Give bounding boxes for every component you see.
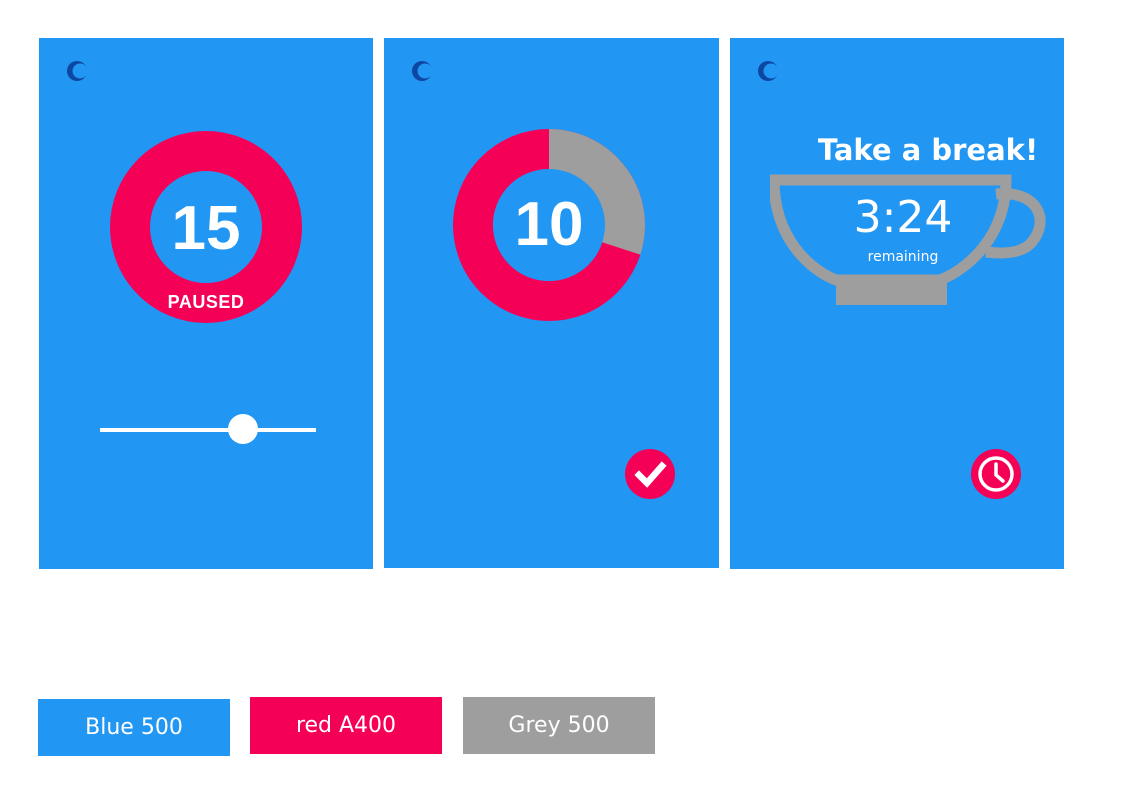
timer-count: 10 — [514, 190, 584, 259]
screen-paused: 15 PAUSED — [39, 38, 373, 569]
screen-running: 10 — [384, 38, 719, 568]
swatch-red: red A400 — [250, 697, 442, 754]
swatch-grey: Grey 500 — [463, 697, 655, 754]
snooze-button[interactable] — [971, 449, 1021, 499]
night-mode-icon[interactable] — [66, 60, 88, 82]
complete-button[interactable] — [625, 449, 675, 499]
break-timer: 3:24 — [853, 192, 953, 243]
timer-count: 15 — [171, 194, 241, 263]
checkmark-icon — [634, 461, 667, 488]
timer-ring[interactable]: 15 PAUSED — [109, 130, 303, 324]
progress-ring[interactable]: 10 — [452, 128, 646, 322]
swatch-label: Blue 500 — [85, 715, 183, 740]
swatch-label: red A400 — [295, 713, 397, 738]
slider-thumb[interactable] — [227, 414, 258, 444]
night-mode-icon[interactable] — [757, 60, 779, 82]
break-title: Take a break! — [817, 133, 1039, 167]
clock-icon — [978, 456, 1014, 492]
break-timer-label: remaining — [867, 249, 939, 265]
night-mode-icon[interactable] — [411, 60, 433, 82]
duration-slider[interactable] — [100, 414, 316, 444]
status-label: PAUSED — [167, 292, 245, 312]
swatch-label: Grey 500 — [508, 713, 610, 738]
screen-break: Take a break! 3:24 remaining — [730, 38, 1064, 569]
swatch-blue: Blue 500 — [38, 699, 230, 756]
